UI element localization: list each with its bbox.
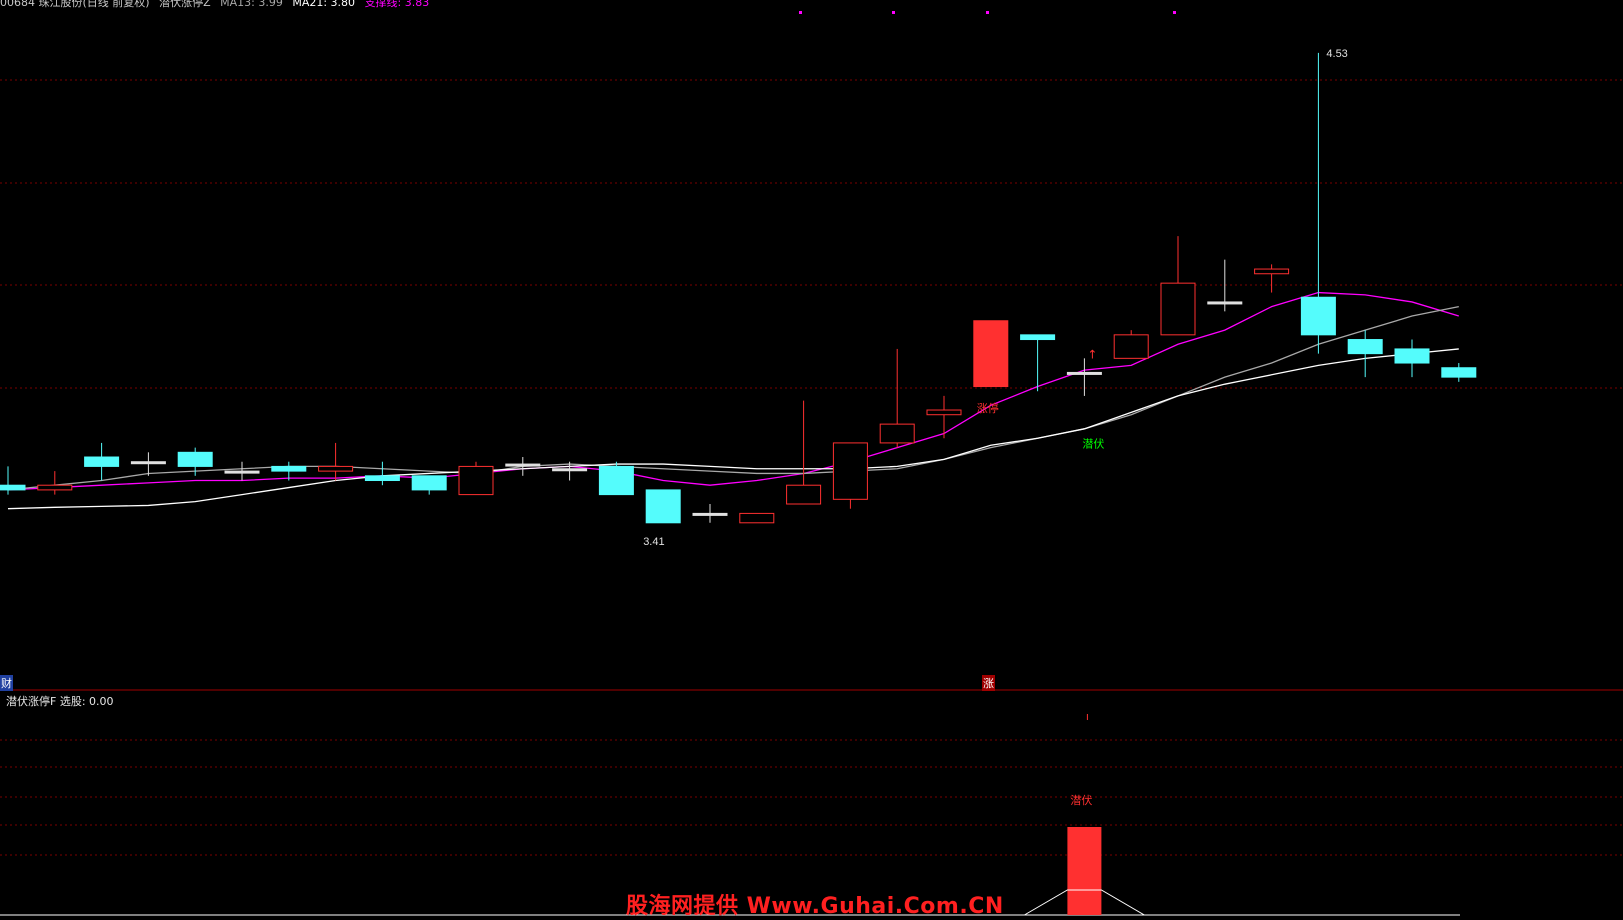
candle-body xyxy=(739,512,775,524)
candle-body xyxy=(692,512,728,516)
sub-indicator-name: 潜伏涨停F xyxy=(6,695,57,708)
ma21-value: MA21: 3.80 xyxy=(292,0,356,9)
candle-body xyxy=(37,484,73,491)
sub-indicator-bars: 潜伏 xyxy=(1024,714,1145,916)
candle-body xyxy=(505,463,541,467)
candle-body xyxy=(1441,367,1477,378)
candlestick xyxy=(1066,358,1102,396)
candlestick xyxy=(645,489,681,524)
candle-body xyxy=(926,409,962,416)
candlestick xyxy=(318,442,354,481)
marker-dot xyxy=(799,11,802,14)
candle-body xyxy=(1160,282,1196,336)
candlestick xyxy=(1160,236,1196,336)
candlesticks xyxy=(0,52,1477,524)
watermark: 股海网提供 Www.Guhai.Com.CN xyxy=(626,894,1004,919)
candle-body xyxy=(177,451,213,467)
select-value: 选股: 0.00 xyxy=(59,695,114,708)
candlestick xyxy=(1347,330,1383,378)
candlestick xyxy=(739,512,775,524)
candle-body xyxy=(786,484,822,505)
candlestick xyxy=(458,461,494,496)
candle-body xyxy=(0,484,26,491)
candle-body xyxy=(411,475,447,491)
marker-dot xyxy=(892,11,895,14)
candle-body xyxy=(1347,339,1383,355)
candle-body xyxy=(879,423,915,444)
candlestick xyxy=(832,442,868,509)
annotation-label: 涨停 xyxy=(977,401,999,415)
candle-body xyxy=(645,489,681,524)
candlestick xyxy=(926,395,962,439)
annotation-label: 潜伏 xyxy=(1082,437,1104,451)
support-value: 支撑线: 3.83 xyxy=(364,0,430,9)
candlestick xyxy=(224,461,260,481)
candle-body xyxy=(84,456,120,467)
candle-body xyxy=(130,461,166,465)
candle-body xyxy=(458,465,494,496)
candle-body xyxy=(1066,371,1102,375)
candle-body xyxy=(1254,268,1290,275)
candlestick xyxy=(411,475,447,495)
candlestick xyxy=(1300,52,1336,354)
marker-dot xyxy=(986,11,989,14)
candle-body xyxy=(973,320,1009,388)
candlestick xyxy=(37,471,73,495)
candle-body xyxy=(224,470,260,474)
candle-body xyxy=(832,442,868,500)
candlestick xyxy=(1113,330,1149,359)
moving-average-lines xyxy=(7,291,1459,510)
marker-dot xyxy=(1173,11,1176,14)
candlestick xyxy=(1394,339,1430,378)
stock-chart-canvas: 潜伏 4.53 3.41 涨停潜伏 ↑ xyxy=(0,11,1623,916)
candlestick xyxy=(0,466,26,495)
limit-up-tag[interactable]: 涨 xyxy=(982,675,995,691)
candlestick xyxy=(505,457,541,476)
candlestick xyxy=(598,461,634,496)
candlestick xyxy=(84,442,120,481)
sub-chart-header: 潜伏涨停F 选股: 0.00 xyxy=(6,693,114,709)
chart-header: 00684 珠江股份(日线 前复权) 潜伏涨停Z MA13: 3.99 MA21… xyxy=(0,0,435,10)
series-line-0 xyxy=(7,291,1459,491)
candle-body xyxy=(1300,296,1336,336)
candle-body xyxy=(1394,348,1430,364)
candlestick xyxy=(364,461,400,486)
candle-body xyxy=(1207,301,1243,305)
candlestick xyxy=(1254,264,1290,293)
series-line-2 xyxy=(7,348,1459,510)
annotation-label: 4.53 xyxy=(1326,48,1347,60)
candlestick xyxy=(973,320,1009,388)
candle-body xyxy=(271,465,307,472)
annotation-label: 3.41 xyxy=(643,536,664,548)
series-line-1 xyxy=(7,306,1459,491)
finance-tag[interactable]: 财 xyxy=(0,675,13,691)
candle-body xyxy=(318,465,354,472)
candle-body xyxy=(364,475,400,482)
stock-name: 00684 珠江股份(日线 前复权) xyxy=(0,0,150,9)
candlestick xyxy=(1441,363,1477,382)
candlestick xyxy=(879,348,915,448)
up-arrow-mark: ↑ xyxy=(1087,347,1097,361)
candlestick xyxy=(786,400,822,505)
candle-body xyxy=(552,468,588,472)
candle-body xyxy=(598,465,634,496)
signal-label: 潜伏 xyxy=(1070,793,1092,807)
candlestick xyxy=(692,504,728,523)
signal-bar xyxy=(1067,827,1102,915)
indicator-name: 潜伏涨停Z xyxy=(159,0,211,9)
candle-body xyxy=(1020,334,1056,341)
ma13-value: MA13: 3.99 xyxy=(220,0,283,9)
candle-body xyxy=(1113,334,1149,359)
